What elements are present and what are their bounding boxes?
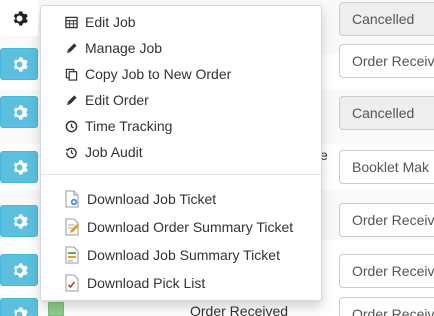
document-icon	[63, 190, 81, 208]
clock-icon	[63, 118, 79, 134]
gear-icon	[13, 213, 28, 229]
menu-item-label: Download Job Summary Ticket	[87, 247, 280, 263]
menu-item-download-job-ticket[interactable]: Download Job Ticket	[41, 185, 321, 213]
menu-item-time-tracking[interactable]: Time Tracking	[41, 113, 321, 139]
gear-button[interactable]	[0, 151, 38, 183]
menu-item-download-job-summary[interactable]: Download Job Summary Ticket	[41, 241, 321, 269]
gear-icon	[13, 10, 28, 26]
status-select[interactable]: Order Receiv	[339, 203, 434, 237]
gear-button[interactable]	[0, 48, 38, 80]
menu-item-edit-job[interactable]: Edit Job	[41, 9, 321, 35]
menu-item-label: Edit Order	[85, 92, 149, 108]
status-select[interactable]: Order Receiv	[339, 254, 434, 288]
gear-icon	[13, 159, 28, 175]
progress-cell	[48, 302, 64, 316]
menu-item-download-order-summary[interactable]: Download Order Summary Ticket	[41, 213, 321, 241]
menu-item-label: Manage Job	[85, 40, 163, 56]
menu-item-label: Time Tracking	[85, 118, 173, 134]
status-select[interactable]: Booklet Mak	[339, 150, 434, 184]
status-select[interactable]: Order Receiv	[339, 297, 434, 316]
menu-item-manage-job[interactable]: Manage Job	[41, 35, 321, 61]
copy-icon	[63, 66, 79, 82]
gear-button-active[interactable]	[0, 0, 38, 36]
menu-item-label: Download Job Ticket	[87, 191, 217, 207]
menu-item-job-audit[interactable]: Job Audit	[41, 139, 321, 165]
menu-divider	[41, 174, 321, 175]
status-select[interactable]: Order Receiv	[339, 44, 434, 78]
gear-icon	[13, 306, 28, 316]
menu-item-label: Copy Job to New Order	[85, 66, 232, 82]
menu-item-download-pick-list[interactable]: Download Pick List	[41, 269, 321, 297]
gear-icon	[13, 104, 28, 120]
gear-icon	[13, 56, 28, 72]
history-icon	[63, 144, 79, 160]
gear-button[interactable]	[0, 254, 38, 286]
job-actions-menu: Edit Job Manage Job Copy Job to New Orde…	[40, 5, 322, 301]
menu-item-label: Edit Job	[85, 14, 136, 30]
table-icon	[63, 14, 79, 30]
menu-item-edit-order[interactable]: Edit Order	[41, 87, 321, 113]
status-select: Cancelled	[339, 96, 434, 130]
gear-button[interactable]	[0, 96, 38, 128]
gear-icon	[13, 262, 28, 278]
document-list-icon	[63, 246, 81, 264]
pencil-icon	[63, 40, 79, 56]
menu-item-label: Download Order Summary Ticket	[87, 219, 294, 235]
menu-item-label: Download Pick List	[87, 275, 206, 291]
gear-button[interactable]	[0, 205, 38, 237]
menu-item-copy-job[interactable]: Copy Job to New Order	[41, 61, 321, 87]
status-select: Cancelled	[339, 2, 434, 36]
checklist-icon	[63, 274, 81, 292]
row-status-text: Order Received	[190, 303, 289, 316]
gear-button[interactable]	[0, 298, 38, 316]
menu-item-label: Job Audit	[85, 144, 143, 160]
document-edit-icon	[63, 218, 81, 236]
pencil-icon	[63, 92, 79, 108]
